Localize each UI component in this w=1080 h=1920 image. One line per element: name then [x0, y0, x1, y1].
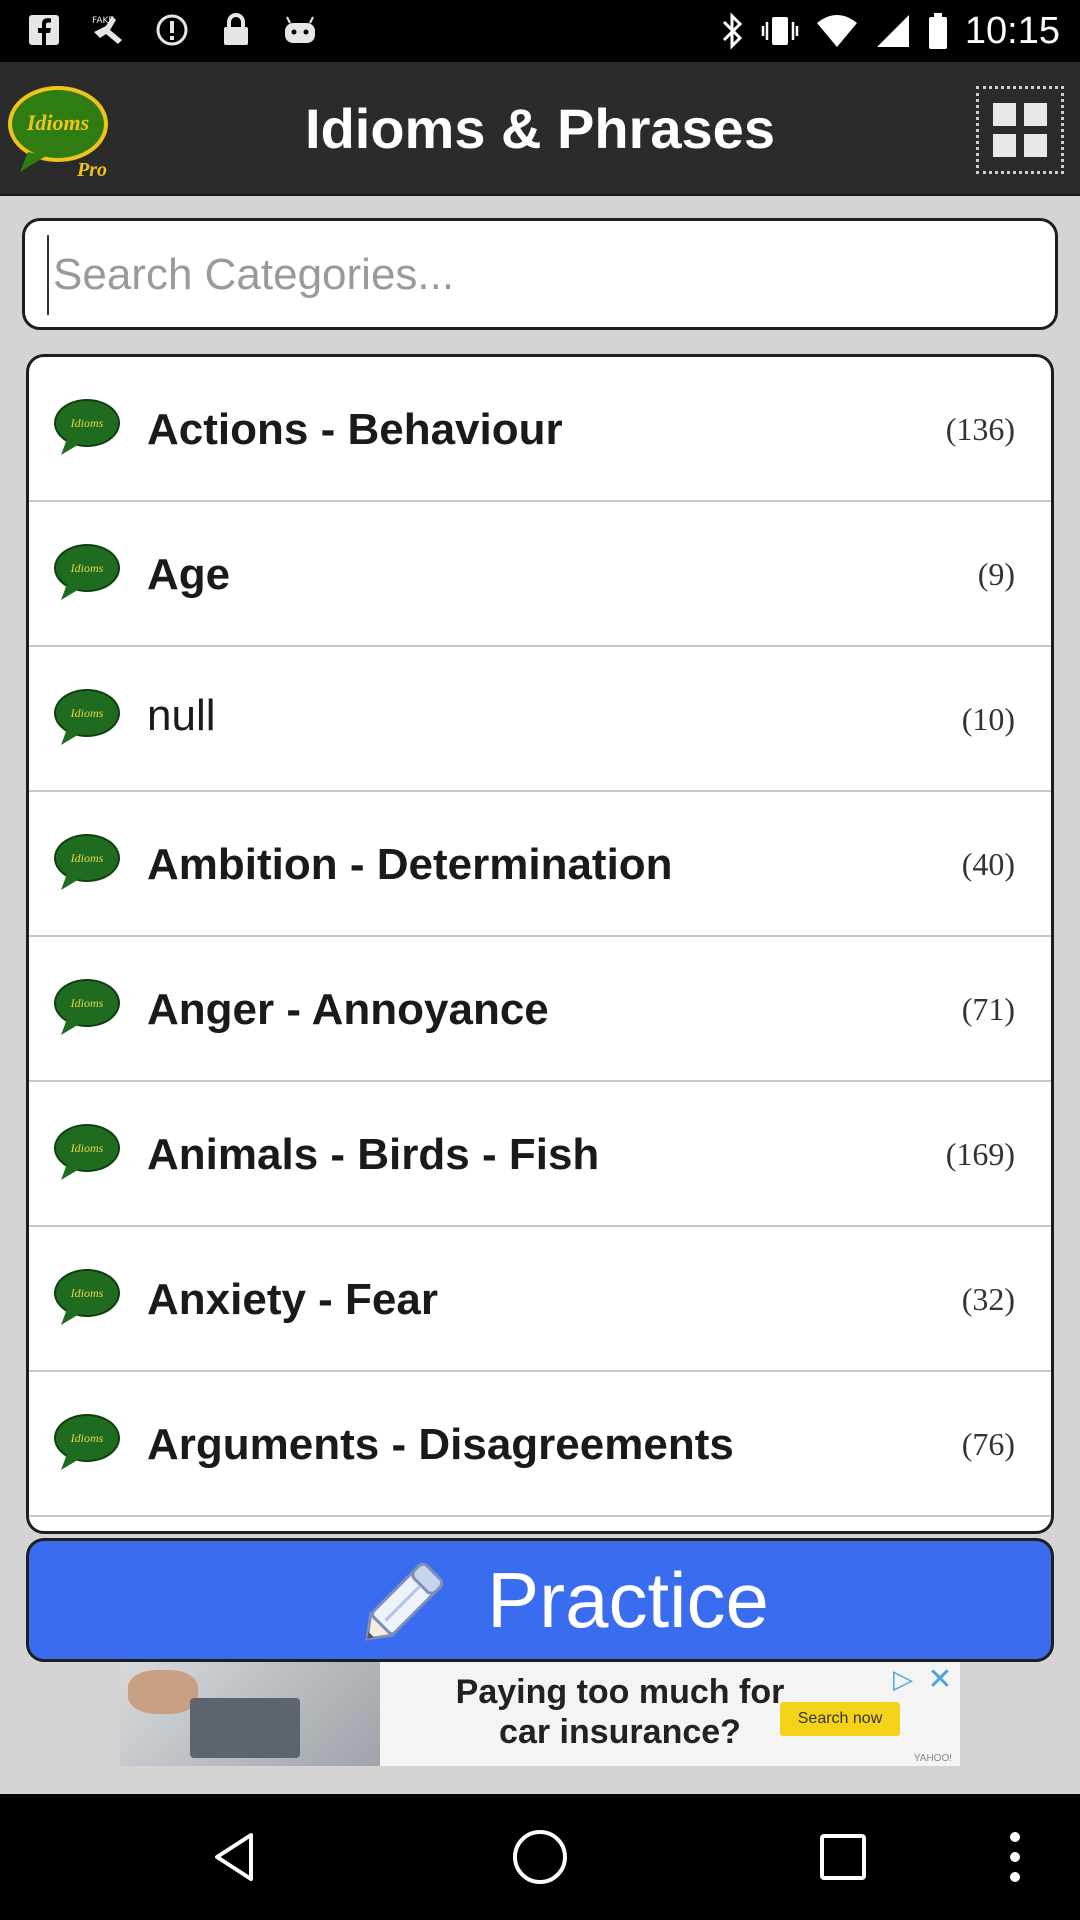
wifi-icon	[816, 15, 857, 47]
pencil-icon	[365, 1562, 444, 1641]
grid-menu-button[interactable]	[976, 86, 1064, 174]
ad-image	[120, 1662, 380, 1766]
category-count: (32)	[961, 1281, 1015, 1317]
idioms-bubble-icon: Idioms	[54, 979, 120, 1035]
search-box[interactable]	[22, 218, 1058, 330]
category-label: Anger - Annoyance	[147, 985, 549, 1034]
practice-label: Practice	[487, 1555, 769, 1644]
home-button[interactable]	[505, 1822, 575, 1892]
category-count: (9)	[977, 556, 1015, 592]
category-label: null	[147, 691, 216, 740]
category-label: Age	[147, 550, 231, 599]
battery-icon	[928, 13, 947, 49]
more-vert-icon	[1010, 1832, 1020, 1882]
list-item[interactable]: Idioms Animals - Birds - Fish (169)	[29, 1082, 1051, 1227]
android-icon	[280, 10, 320, 50]
recents-button[interactable]	[808, 1822, 878, 1892]
ad-brand: YAHOO!	[913, 1753, 952, 1764]
category-label: Actions - Behaviour	[147, 405, 563, 454]
back-icon	[215, 1833, 253, 1881]
svg-text:Idioms: Idioms	[70, 1431, 104, 1445]
idioms-bubble-icon: Idioms	[54, 834, 120, 890]
category-count: (10)	[961, 701, 1015, 737]
navigation-bar	[0, 1794, 1080, 1920]
facebook-icon	[24, 10, 64, 50]
ad-close-icon[interactable]: ✕	[924, 1665, 956, 1695]
category-count: (76)	[961, 1426, 1015, 1462]
page-title: Idioms & Phrases	[305, 97, 775, 160]
fake-gps-icon: FAKE	[88, 10, 128, 50]
bluetooth-icon	[722, 12, 743, 50]
lock-icon	[216, 10, 256, 50]
ad-choices-icon[interactable]: ▷	[886, 1666, 920, 1694]
idioms-bubble-icon: Idioms	[54, 1269, 120, 1325]
svg-text:Idioms: Idioms	[70, 706, 104, 720]
category-count: (71)	[961, 991, 1015, 1027]
list-item[interactable]: Idioms Age (9)	[29, 502, 1051, 647]
main-content: Idioms Actions - Behaviour (136) Idioms Age (…	[0, 196, 1080, 1794]
idioms-bubble-icon: Idioms	[54, 544, 120, 600]
status-time: 10:15	[964, 9, 1060, 52]
category-count: (169)	[945, 1136, 1015, 1172]
list-item[interactable]: Idioms Arguments - Disagreements (76)	[29, 1372, 1051, 1517]
grid-icon	[993, 103, 1016, 126]
category-count: (136)	[945, 411, 1015, 447]
category-list: Idioms Actions - Behaviour (136) Idioms Age (…	[26, 354, 1054, 1534]
practice-button[interactable]: Practice	[26, 1538, 1054, 1662]
vibrate-icon	[761, 17, 799, 45]
idioms-bubble-icon: Idioms	[54, 1414, 120, 1470]
list-item[interactable]: Idioms Actions - Behaviour (136)	[29, 357, 1051, 502]
status-bar: FAKE 10:15	[0, 0, 1080, 62]
list-item[interactable]: Idioms Ambition - Determination (40)	[29, 792, 1051, 937]
ad-banner[interactable]: Paying too much for car insurance? Searc…	[120, 1662, 960, 1766]
svg-text:Idioms: Idioms	[70, 416, 104, 430]
idioms-bubble-icon: Idioms	[54, 1124, 120, 1180]
category-label: Anxiety - Fear	[147, 1275, 438, 1324]
recents-icon	[820, 1834, 866, 1880]
category-label: Animals - Birds - Fish	[147, 1130, 600, 1179]
more-options-button[interactable]	[995, 1822, 1035, 1892]
list-item[interactable]: Idioms Anger - Annoyance (71)	[29, 937, 1051, 1082]
svg-text:FAKE: FAKE	[92, 16, 114, 26]
signal-icon	[876, 15, 909, 47]
idioms-bubble-icon: Idioms	[54, 399, 120, 455]
svg-text:Idioms: Idioms	[70, 1286, 104, 1300]
home-icon	[513, 1830, 567, 1884]
list-item[interactable]: Idioms null (10)	[29, 647, 1051, 792]
search-input[interactable]	[47, 235, 1037, 315]
ad-headline: Paying too much for car insurance?	[455, 1673, 785, 1751]
status-right-icons: 10:15	[721, 6, 1060, 56]
svg-text:Idioms: Idioms	[70, 851, 104, 865]
category-label: Arguments - Disagreements	[147, 1420, 734, 1469]
list-item[interactable]: Idioms Anxiety - Fear (32)	[29, 1227, 1051, 1372]
idioms-bubble-icon: Idioms	[54, 689, 120, 745]
svg-text:Idioms: Idioms	[70, 561, 104, 575]
alert-icon	[152, 10, 192, 50]
app-header: Idioms Pro Idioms & Phrases	[0, 62, 1080, 196]
svg-text:Idioms: Idioms	[70, 1141, 104, 1155]
status-left-icons: FAKE	[24, 10, 320, 50]
category-count: (40)	[961, 846, 1015, 882]
ad-cta-button[interactable]: Search now	[780, 1702, 900, 1736]
back-button[interactable]	[200, 1822, 270, 1892]
svg-text:Idioms: Idioms	[70, 996, 104, 1010]
category-label: Ambition - Determination	[147, 840, 673, 889]
